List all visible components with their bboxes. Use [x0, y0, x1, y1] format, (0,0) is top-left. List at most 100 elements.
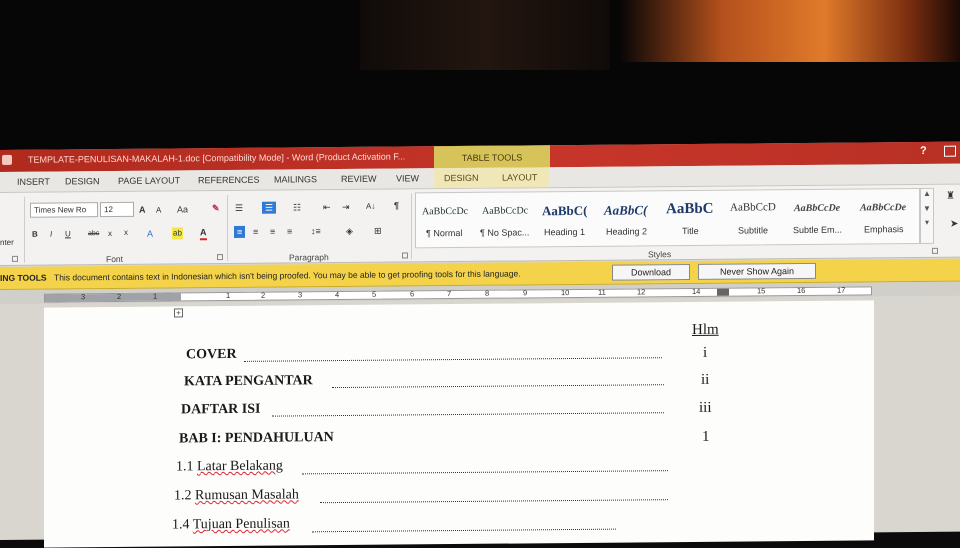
- ruler-number: 5: [372, 289, 377, 299]
- styles-gallery: AaBbCcDc ¶ Normal AaBbCcDc ¶ No Spac... …: [415, 187, 920, 249]
- show-hide-pilcrow-button[interactable]: ¶: [394, 200, 399, 212]
- style-heading-1[interactable]: AaBbC( Heading 1: [416, 189, 919, 237]
- toc-entry-daftar-isi: DAFTAR ISI: [181, 401, 261, 418]
- styles-dialog-launcher-icon[interactable]: [932, 247, 938, 254]
- superscript-button[interactable]: x: [124, 227, 128, 239]
- style-no-spacing[interactable]: AaBbCcDc ¶ No Spac...: [416, 189, 919, 237]
- background-reflection: [360, 0, 610, 70]
- subscript-button[interactable]: x: [108, 228, 112, 240]
- word-app-icon[interactable]: [2, 154, 12, 165]
- chevron-down-icon[interactable]: ▼: [921, 204, 933, 213]
- ruler-number: 3: [81, 292, 86, 302]
- align-center-icon[interactable]: ≡: [253, 226, 258, 238]
- toc-entry-bab-1: BAB I: PENDAHULUAN: [179, 430, 334, 447]
- group-separator: [24, 196, 25, 263]
- window-light-reflection: [620, 0, 960, 62]
- document-page[interactable]: [44, 300, 874, 548]
- styles-group-label: Styles: [648, 249, 672, 260]
- line-spacing-icon[interactable]: ↕≡: [311, 225, 321, 237]
- style-subtitle[interactable]: AaBbCcD Subtitle: [416, 189, 919, 235]
- tab-table-layout[interactable]: LAYOUT: [502, 172, 537, 182]
- ribbon: nter Times New Ro 12 A A Aa ✎ B I U abc …: [0, 184, 960, 266]
- message-bar-text: This document contains text in Indonesia…: [54, 268, 521, 283]
- highlight-button[interactable]: ab: [172, 227, 183, 240]
- tab-view[interactable]: VIEW: [396, 173, 419, 183]
- table-move-handle-icon[interactable]: +: [174, 308, 183, 318]
- clear-formatting-icon[interactable]: ✎: [212, 202, 220, 214]
- multilevel-list-icon[interactable]: ☷: [293, 201, 301, 213]
- toc-page-bab-1: 1: [702, 428, 710, 445]
- ruler-number: 9: [523, 288, 528, 298]
- bold-button[interactable]: B: [32, 229, 38, 241]
- tab-mailings[interactable]: MAILINGS: [274, 174, 317, 184]
- never-show-again-button[interactable]: Never Show Again: [698, 262, 816, 280]
- align-left-icon[interactable]: ≡: [234, 225, 246, 238]
- grow-font-button[interactable]: A: [139, 204, 146, 216]
- style-name-heading-1: Heading 1: [544, 226, 586, 238]
- style-sample-subtitle: AaBbCcD: [730, 201, 776, 214]
- sort-icon[interactable]: A↓: [366, 201, 375, 213]
- numbering-icon[interactable]: ☰: [262, 201, 277, 214]
- chevron-up-icon[interactable]: ▲: [921, 189, 933, 198]
- tab-review[interactable]: REVIEW: [341, 174, 377, 184]
- font-dialog-launcher-icon[interactable]: [217, 254, 223, 261]
- find-binoculars-icon[interactable]: ♜: [946, 191, 955, 203]
- style-name-title: Title: [682, 225, 699, 237]
- change-case-button[interactable]: Aa: [177, 203, 188, 215]
- toc-title: Rumusan Masalah: [195, 487, 299, 504]
- toc-entry-cover: COVER: [186, 346, 237, 363]
- ruler-number: 16: [797, 285, 806, 296]
- tab-design[interactable]: DESIGN: [65, 176, 100, 186]
- help-button[interactable]: ?: [920, 145, 927, 157]
- ruler-number: 2: [261, 290, 266, 300]
- more-styles-icon[interactable]: ▾: [921, 218, 933, 227]
- bullets-icon[interactable]: ☰: [235, 202, 243, 214]
- style-title[interactable]: AaBbC Title: [416, 189, 919, 236]
- increase-indent-icon[interactable]: ⇥: [342, 201, 350, 213]
- text-effects-button[interactable]: A: [147, 228, 153, 240]
- select-cursor-icon[interactable]: ➤: [950, 219, 958, 231]
- table-tools-context-header: TABLE TOOLS: [434, 145, 550, 169]
- style-name-emphasis: Emphasis: [864, 224, 904, 235]
- style-emphasis[interactable]: AaBbCcDe Emphasis: [416, 189, 919, 234]
- toc-entry-kata-pengantar: KATA PENGANTAR: [184, 373, 313, 390]
- justify-icon[interactable]: ≡: [287, 225, 292, 237]
- shrink-font-button[interactable]: A: [156, 205, 161, 217]
- italic-button[interactable]: I: [50, 229, 52, 241]
- ruler-number: 4: [335, 290, 340, 300]
- toc-page-kata-pengantar: ii: [701, 371, 710, 388]
- ruler-number: 15: [757, 286, 766, 296]
- borders-icon[interactable]: ⊞: [374, 225, 382, 237]
- horizontal-ruler[interactable]: 3 2 1 1 2 3 4 5 6 7 8 9 10 11 12 14 15 1…: [44, 285, 872, 303]
- download-button[interactable]: Download: [612, 263, 690, 281]
- toc-number: 1.1: [176, 459, 194, 475]
- styles-gallery-scroll[interactable]: ▲ ▼ ▾: [920, 187, 934, 244]
- ribbon-display-options-icon[interactable]: [944, 145, 956, 157]
- font-name-dropdown[interactable]: Times New Ro: [30, 202, 98, 218]
- align-right-icon[interactable]: ≡: [270, 226, 275, 238]
- style-name-subtitle: Subtitle: [738, 225, 769, 236]
- page-column-header: Hlm: [692, 321, 719, 338]
- style-heading-2[interactable]: AaBbC( Heading 2: [416, 189, 919, 236]
- paragraph-dialog-launcher-icon[interactable]: [402, 252, 408, 259]
- ruler-number: 2: [117, 291, 122, 301]
- strikethrough-button[interactable]: abc: [88, 228, 99, 240]
- shading-icon[interactable]: ◈: [346, 225, 353, 237]
- word-window: TEMPLATE-PENULISAN-MAKALAH-1.doc [Compat…: [0, 141, 960, 548]
- tab-page-layout[interactable]: PAGE LAYOUT: [118, 175, 180, 186]
- font-color-button[interactable]: A: [200, 227, 207, 241]
- ruler-number: 12: [637, 287, 646, 297]
- style-sample-emphasis: AaBbCcDe: [860, 202, 907, 214]
- tab-table-design[interactable]: DESIGN: [444, 173, 479, 183]
- tab-references[interactable]: REFERENCES: [198, 175, 260, 186]
- clipboard-dialog-launcher-icon[interactable]: [12, 255, 18, 262]
- message-bar-label: ING TOOLS: [0, 272, 47, 283]
- style-subtle-emphasis[interactable]: AaBbCcDe Subtle Em...: [416, 189, 919, 235]
- style-sample-subtle-emphasis: AaBbCcDe: [794, 202, 841, 215]
- style-normal[interactable]: AaBbCcDc ¶ Normal: [416, 189, 919, 238]
- font-size-dropdown[interactable]: 12: [100, 201, 134, 218]
- tab-insert[interactable]: INSERT: [17, 177, 50, 187]
- underline-button[interactable]: U: [65, 228, 71, 240]
- column-marker[interactable]: [717, 288, 729, 296]
- decrease-indent-icon[interactable]: ⇤: [323, 201, 331, 213]
